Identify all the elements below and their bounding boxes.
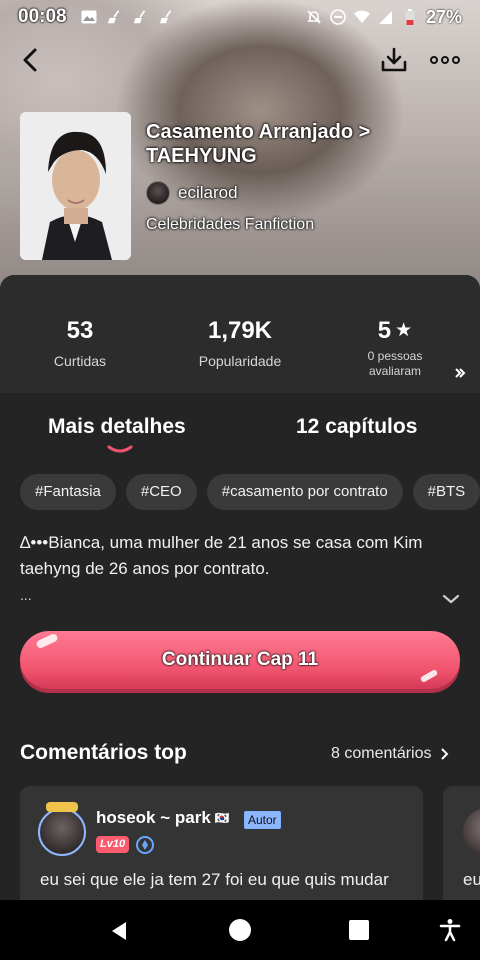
tag-chip[interactable]: #Fantasia [20,474,116,510]
comment-text: eu sei que ele ja tem 27 foi eu que quis… [40,870,389,889]
expand-synopsis-button[interactable] [440,591,462,607]
chevron-right-icon [440,747,450,761]
rating-label-line2: avaliaram [368,364,422,378]
more-options-button[interactable] [428,44,462,76]
battery-icon [402,8,418,25]
comment-username: hoseok ~ park [96,808,211,827]
synopsis-line: taehyng de 26 anos por contrato. [20,559,270,578]
mute-icon [306,9,322,25]
book-category[interactable]: Celebridades Fanfiction [146,216,314,234]
author-badge: Autor [244,811,281,829]
dnd-icon [330,9,346,25]
accessibility-icon[interactable] [438,918,462,942]
wifi-icon [353,9,370,25]
author-name: ecilarod [178,183,238,202]
back-arrow-icon [23,48,37,72]
synopsis-line: ∆•••Bianca, uma mulher de 21 anos se cas… [20,533,423,552]
nav-home-icon[interactable] [229,919,251,941]
broom-icon [159,9,175,25]
rating-label-line1: 0 pessoas [367,349,423,363]
stat-likes: 53 Curtidas [40,317,120,369]
details-panel: 53 Curtidas 1,79K Popularidade 5 ★ 0 pess… [0,275,480,900]
flag-icon: 🇰🇷 [214,811,230,825]
image-icon [81,9,97,25]
level-badge: Lv10 [96,836,130,853]
nav-back-icon[interactable] [108,920,130,942]
tag-chip[interactable]: #CEO [125,474,197,510]
comment-card[interactable]: eu [443,786,480,900]
tag-chip[interactable]: #BTS [412,474,480,510]
rating-label: 0 pessoas avaliaram [350,349,440,379]
status-time: 00:08 [18,6,67,27]
continue-reading-button[interactable]: Continuar Cap 11 [20,631,460,689]
download-icon [381,47,407,72]
button-shine [35,632,59,650]
verified-icon [136,836,154,854]
stat-rating[interactable]: 5 ★ 0 pessoas avaliaram [350,317,440,379]
rating-value: 5 [377,317,392,344]
comment-card[interactable]: hoseok ~ park 🇰🇷 Autor Lv10 eu sei que e… [20,786,423,900]
broom-icon [107,9,123,25]
tag-list: #Fantasia #CEO #casamento por contrato #… [20,474,480,510]
rating-value-row: 5 ★ [350,317,440,345]
comment-text: eu [463,870,480,889]
tabs: Mais detalhes 12 capítulos [0,403,480,459]
nav-recents-icon[interactable] [349,920,369,940]
author-link[interactable]: ecilarod [146,180,238,206]
synopsis: ∆•••Bianca, uma mulher de 21 anos se cas… [20,530,450,582]
continue-label: Continuar Cap 11 [161,649,319,670]
likes-count: 53 [66,317,94,344]
book-cover[interactable] [20,112,131,260]
avatar-frame-badge [46,802,78,812]
system-navigation-bar [0,900,480,960]
button-shine [419,668,439,684]
notification-icons [81,9,175,25]
avatar [38,808,86,856]
tag-chip[interactable]: #casamento por contrato [206,474,403,510]
tab-chapters[interactable]: 12 capítulos [296,415,417,439]
popularity-label: Popularidade [198,353,282,369]
stats-arrow-button[interactable] [452,365,468,381]
top-navigation [0,40,480,80]
tab-active-indicator [107,445,133,453]
tab-details[interactable]: Mais detalhes [48,415,186,439]
system-icons: 27% [306,7,462,28]
double-chevron-right-icon [455,368,466,378]
more-icon [430,56,460,64]
likes-label: Curtidas [53,353,107,369]
battery-percent: 27% [425,6,462,27]
status-bar: 00:08 27% [0,0,480,34]
book-title: Casamento Arranjado > TAEHYUNG [146,121,371,167]
download-button[interactable] [378,44,410,76]
all-comments-link[interactable]: 8 comentários [331,745,450,763]
stat-popularity: 1,79K Popularidade [190,317,290,369]
avatar [146,181,170,205]
comment-username-row[interactable]: hoseok ~ park 🇰🇷 [96,808,230,828]
star-icon: ★ [395,320,413,341]
comments-count: 8 comentários [331,745,432,762]
back-button[interactable] [14,44,46,76]
chevron-down-icon [442,594,460,604]
synopsis-ellipsis: ... [20,587,32,603]
stats-bar: 53 Curtidas 1,79K Popularidade 5 ★ 0 pess… [0,275,480,393]
comments-heading: Comentários top [20,741,187,764]
popularity-count: 1,79K [207,317,273,344]
broom-icon [133,9,149,25]
signal-icon [378,9,394,25]
avatar [463,808,480,856]
